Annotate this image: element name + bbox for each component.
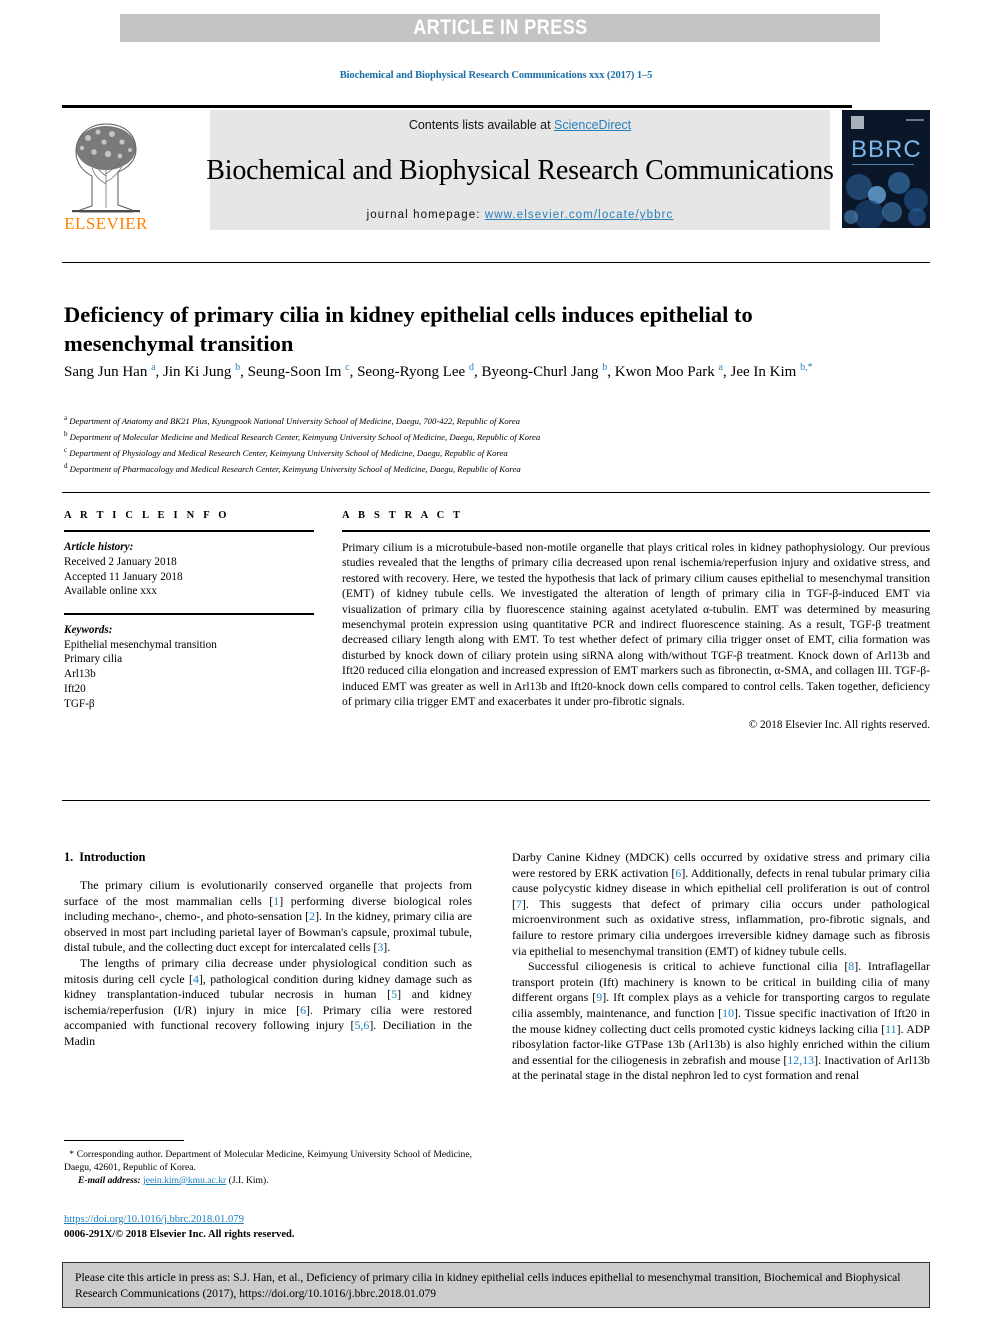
journal-title: Biochemical and Biophysical Research Com… — [206, 154, 834, 186]
affiliation-marker: b — [64, 430, 68, 439]
please-cite-box: Please cite this article in press as: S.… — [62, 1262, 930, 1308]
running-head: Biochemical and Biophysical Research Com… — [339, 70, 653, 81]
keywords-label: Keywords: — [64, 623, 113, 636]
keyword-item: TGF-β — [64, 697, 95, 710]
elsevier-wordmark: ELSEVIER — [64, 214, 148, 232]
abstract-copyright: © 2018 Elsevier Inc. All rights reserved… — [748, 719, 930, 732]
affiliation-item: b Department of Molecular Medicine and M… — [64, 428, 894, 444]
elsevier-logo: ELSEVIER — [62, 110, 150, 233]
author-list: Sang Jun Han a, Jin Ki Jung b, Seung-Soo… — [64, 362, 813, 380]
affiliation-text: Department of Pharmacology and Medical R… — [69, 464, 521, 475]
email-note: E-mail address: jeein.kim@kmu.ac.kr (J.I… — [64, 1174, 472, 1187]
keywords-divider-rule — [64, 613, 314, 615]
masthead-top-rule — [62, 105, 852, 108]
article-history-online: Available online xxx — [64, 585, 157, 598]
section-title: Introduction — [79, 850, 146, 864]
cover-bokeh-6 — [882, 202, 902, 222]
affiliation-marker: d — [64, 462, 68, 471]
affiliation-list: a Department of Anatomy and BK21 Plus, K… — [64, 412, 894, 476]
doi-block: https://doi.org/10.1016/j.bbrc.2018.01.0… — [64, 1213, 484, 1242]
cover-bokeh-8 — [844, 210, 858, 224]
cover-corner-mark — [906, 119, 924, 121]
affiliation-item: d Department of Pharmacology and Medical… — [64, 460, 894, 476]
abstract-column: A B S T R A C T Primary cilium is a micr… — [342, 510, 930, 731]
journal-masthead: ELSEVIER Contents lists available at Sci… — [62, 105, 930, 234]
footnote-divider-rule — [64, 1140, 184, 1141]
affiliation-text: Department of Anatomy and BK21 Plus, Kyu… — [69, 415, 520, 426]
email-link[interactable]: jeein.kim@kmu.ac.kr — [143, 1175, 226, 1186]
body-column-left: 1. Introduction The primary cilium is ev… — [64, 850, 472, 1050]
affiliation-marker: a — [64, 414, 68, 422]
article-info-heading: A R T I C L E I N F O — [64, 510, 230, 521]
contents-lists-line: Contents lists available at ScienceDirec… — [409, 118, 631, 132]
keyword-item: Primary cilia — [64, 653, 123, 666]
info-bottom-rule — [62, 800, 930, 801]
section-heading-introduction: 1. Introduction — [64, 850, 472, 865]
please-cite-text: Please cite this article in press as: S.… — [75, 1271, 901, 1300]
keyword-item: Epithelial mesenchymal transition — [64, 638, 217, 651]
journal-cover-image: BBRC — [842, 110, 930, 228]
intro-paragraph: Darby Canine Kidney (MDCK) cells occurre… — [512, 850, 930, 958]
contents-prefix: Contents lists available at — [408, 118, 555, 132]
doi-link[interactable]: https://doi.org/10.1016/j.bbrc.2018.01.0… — [64, 1214, 244, 1225]
abstract-heading: A B S T R A C T — [342, 510, 464, 521]
article-info-column: A R T I C L E I N F O Article history: R… — [64, 510, 314, 712]
article-info-rule — [64, 530, 314, 532]
affiliation-item: c Department of Physiology and Medical R… — [64, 444, 894, 460]
intro-paragraph: Successful ciliogenesis is critical to a… — [512, 959, 930, 1083]
corresponding-author-note: * Corresponding author. Department of Mo… — [64, 1148, 472, 1174]
intro-paragraph: The lengths of primary cilia decrease un… — [64, 955, 472, 1048]
affiliation-marker: c — [64, 446, 68, 455]
article-title: Deficiency of primary cilia in kidney ep… — [64, 302, 753, 357]
cover-subtitle-rule — [852, 164, 914, 165]
elsevier-tree-icon: ELSEVIER — [64, 123, 148, 233]
email-owner: (J.I. Kim). — [228, 1175, 269, 1186]
abstract-rule — [342, 530, 930, 532]
journal-homepage-line: journal homepage: www.elsevier.com/locat… — [367, 209, 674, 221]
cover-bbrc-wordmark: BBRC — [851, 136, 922, 163]
masthead-center-panel: Contents lists available at ScienceDirec… — [206, 110, 834, 230]
affiliation-text: Department of Physiology and Medical Res… — [69, 448, 508, 459]
article-history-block: Article history: Received 2 January 2018… — [64, 540, 314, 599]
affiliation-item: a Department of Anatomy and BK21 Plus, K… — [64, 412, 894, 428]
keywords-block: Keywords: Epithelial mesenchymal transit… — [64, 623, 314, 712]
cover-bokeh-5 — [854, 200, 884, 228]
article-history-label: Article history: — [64, 541, 134, 553]
info-top-rule — [62, 492, 930, 493]
body-column-right: Darby Canine Kidney (MDCK) cells occurre… — [512, 850, 930, 1084]
sciencedirect-link[interactable]: ScienceDirect — [554, 118, 631, 132]
article-history-accepted: Accepted 11 January 2018 — [64, 570, 183, 583]
article-in-press-label: ARTICLE IN PRESS — [412, 16, 588, 39]
cover-bokeh-7 — [908, 208, 926, 226]
journal-homepage-link[interactable]: www.elsevier.com/locate/ybbrc — [485, 209, 674, 221]
keyword-item: Ift20 — [64, 682, 86, 695]
footnote-block: * Corresponding author. Department of Mo… — [64, 1148, 472, 1187]
issn-copyright-line: 0006-291X/© 2018 Elsevier Inc. All right… — [64, 1228, 295, 1240]
intro-paragraph: The primary cilium is evolutionarily con… — [64, 878, 472, 955]
email-label: E-mail address: — [78, 1175, 141, 1186]
section-number: 1. — [64, 850, 74, 864]
affiliation-text: Department of Molecular Medicine and Med… — [69, 431, 541, 442]
corresponding-author-text: Corresponding author. Department of Mole… — [64, 1149, 472, 1173]
keyword-item: Arl13b — [64, 668, 96, 681]
abstract-text: Primary cilium is a microtubule-based no… — [342, 541, 930, 709]
corresponding-asterisk-icon: * — [64, 1149, 77, 1160]
homepage-prefix: journal homepage: — [366, 209, 485, 221]
article-history-received: Received 2 January 2018 — [64, 555, 177, 568]
cover-elsevier-tree-icon — [851, 116, 864, 129]
article-in-press-banner: ARTICLE IN PRESS — [120, 14, 880, 42]
title-top-rule — [62, 262, 930, 263]
